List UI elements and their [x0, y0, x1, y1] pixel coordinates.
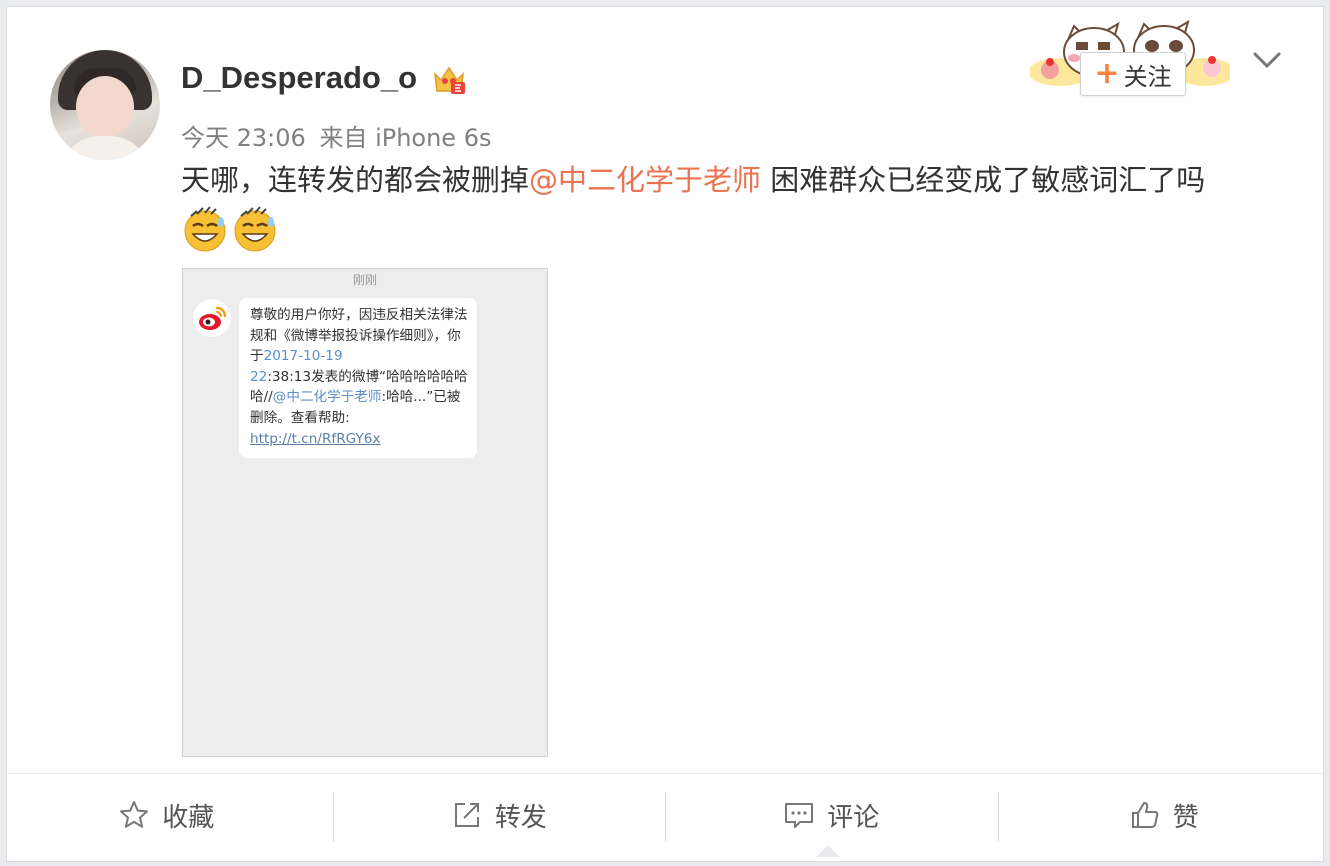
like-button[interactable]: 赞 — [997, 774, 1330, 856]
laugh-sweat-icon — [184, 206, 226, 252]
vip-crown-icon[interactable] — [432, 64, 466, 96]
post-meta: 今天 23:06 来自 iPhone 6s — [181, 118, 497, 153]
post-text-before: 天哪，连转发的都会被删掉 — [181, 163, 530, 197]
message-hour: 22 — [250, 368, 268, 385]
follow-button[interactable]: + 关注 — [1080, 52, 1186, 96]
like-label: 赞 — [1172, 802, 1199, 833]
message-mention: @中二化学于老师 — [272, 389, 382, 406]
post-text-after: 困难群众已经变成了敏感词汇了吗 — [770, 163, 1206, 197]
plus-icon: + — [1094, 56, 1120, 91]
star-icon — [120, 801, 149, 828]
comment-label: 评论 — [827, 802, 880, 833]
avatar[interactable] — [50, 50, 160, 160]
system-message-bubble: 尊敬的用户你好，因违反相关法律法规和《微博举报投诉操作细则》，你于2017-10… — [239, 298, 477, 458]
comment-icon — [785, 803, 814, 828]
post-time[interactable]: 今天 23:06 — [181, 124, 306, 152]
username[interactable]: D_Desperado_o — [181, 60, 417, 96]
emoji-row — [181, 204, 279, 252]
repost-label: 转发 — [494, 802, 547, 833]
attached-image[interactable]: 刚刚 尊敬的用户你好，因违反相关法律法规和《微博举报投诉操作细则》，你于2017… — [182, 268, 548, 757]
repost-button[interactable]: 转发 — [332, 774, 666, 856]
comment-button[interactable]: 评论 — [665, 774, 998, 856]
comment-caret — [816, 845, 840, 857]
message-time: 刚刚 — [352, 273, 377, 287]
weibo-logo-icon — [193, 299, 231, 337]
post-text: 天哪，连转发的都会被删掉@中二化学于老师 困难群众已经变成了敏感词汇了吗 — [181, 160, 1301, 200]
post-source: 来自 iPhone 6s — [319, 124, 492, 152]
share-icon — [454, 803, 479, 827]
laugh-sweat-icon — [234, 206, 276, 252]
message-date: 2017-10-19 — [263, 348, 343, 365]
mention-link[interactable]: @中二化学于老师 — [529, 163, 761, 197]
favorite-button[interactable]: 收藏 — [0, 774, 333, 856]
thumbs-up-icon — [1131, 802, 1158, 828]
favorite-label: 收藏 — [162, 802, 215, 833]
chevron-down-icon[interactable] — [1252, 48, 1282, 72]
action-bar: 收藏 转发 评论 赞 — [0, 774, 1330, 856]
follow-label: 关注 — [1123, 62, 1172, 91]
message-help-link: http://t.cn/RfRGY6x — [250, 430, 381, 447]
